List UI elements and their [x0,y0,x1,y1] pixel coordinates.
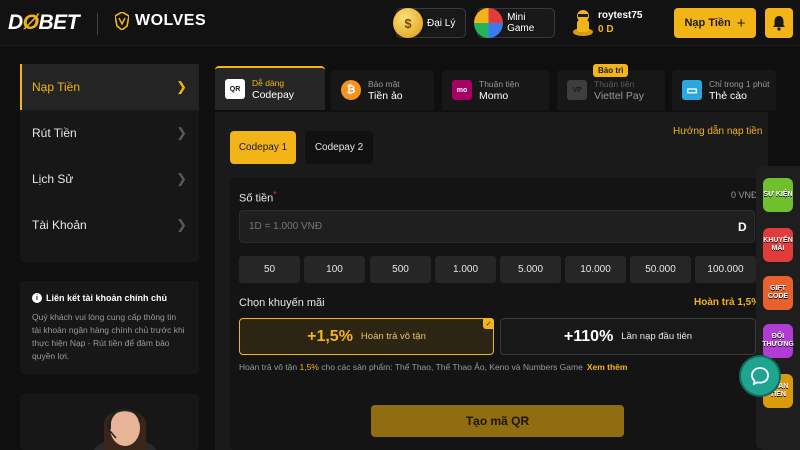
plus-icon: + [736,14,746,32]
promo-option-first-deposit[interactable]: +110% Lần nạp đầu tiên [500,318,756,355]
support-agent-illustration [94,408,156,450]
promo-note: Hoàn trả vô tận 1,5% cho các sản phẩm: T… [239,362,628,372]
logo-divider [97,13,98,35]
promotion-badge[interactable]: KHUYẾN MÃI [763,228,793,262]
sidebar-item-withdraw[interactable]: Rút Tiền ❯ [20,110,199,156]
avatar-icon [573,10,593,36]
currency-symbol: D [738,220,747,234]
user-info[interactable]: roytest75 0 D [572,8,642,36]
promo-rebate-label: Hoàn trả 1,5% [694,297,761,308]
info-title: Liên kết tài khoản chính chủ [46,293,168,303]
qr-code-icon: QR [225,79,245,99]
quick-amount-button[interactable]: 5.000 [500,256,561,283]
mini-game-button[interactable]: Mini Game [474,8,555,38]
tab-codepay-1[interactable]: Codepay 1 [230,131,296,164]
check-icon: ✓ [483,318,494,329]
amount-label: Số tiền* [239,190,277,205]
amount-input[interactable] [239,210,755,243]
chevron-right-icon: ❯ [176,171,187,186]
username: roytest75 [598,9,643,21]
deposit-guide-link[interactable]: Hướng dẫn nạp tiền [673,126,762,137]
quick-amount-button[interactable]: 10.000 [565,256,626,283]
top-header: DØBET WOLVES $ Đại Lý Mini Game roytest7… [0,0,800,46]
info-text: Quý khách vui lòng cung cấp thông tin tà… [32,312,185,361]
quick-amount-button[interactable]: 50 [239,256,300,283]
sidebar-item-history[interactable]: Lịch Sử ❯ [20,156,199,202]
event-badge[interactable]: SỰ KIỆN [763,178,793,212]
method-tab-crypto[interactable]: ₿ Bảo mật Tiền ảo [331,70,434,110]
support-agent-card[interactable] [20,394,199,450]
promo-option-rebate[interactable]: +1,5% Hoàn trả vô tận ✓ [239,318,494,355]
momo-icon: mo [452,80,472,100]
coin-icon: $ [393,8,423,38]
viettel-pay-icon: VP [567,80,587,100]
sidebar-item-account[interactable]: Tài Khoản ❯ [20,202,199,248]
mini-game-icon [474,8,504,38]
see-more-link[interactable]: Xem thêm [587,362,628,372]
wolves-crest-icon [115,12,129,30]
notification-button[interactable] [765,8,793,38]
agent-button[interactable]: $ Đại Lý [393,8,466,38]
bitcoin-icon: ₿ [341,80,361,100]
account-sidebar: Nạp Tiền ❯ Rút Tiền ❯ Lịch Sử ❯ Tài Khoả… [20,64,199,262]
quick-amount-button[interactable]: 1.000 [435,256,496,283]
chevron-right-icon: ❯ [176,79,187,94]
site-logo[interactable]: DØBET [8,11,80,35]
promo-label: Chọn khuyến mãi [239,297,325,309]
maintenance-badge: Bảo trì [593,64,629,77]
live-chat-button[interactable] [741,357,779,395]
chevron-right-icon: ❯ [176,217,187,232]
method-tab-codepay[interactable]: QR Dễ dàng Codepay [215,66,325,110]
bell-icon [773,16,785,31]
gift-code-badge[interactable]: GIFT CODE [763,276,793,310]
chat-icon [751,367,769,386]
quick-amount-button[interactable]: 500 [370,256,431,283]
create-qr-button[interactable]: Tạo mã QR [371,405,624,437]
quick-amount-button[interactable]: 100 [304,256,365,283]
reward-exchange-badge[interactable]: ĐỔI THƯỞNG [762,324,794,358]
card-icon: ▭ [682,80,702,100]
partner-logo: WOLVES [115,12,206,30]
partner-name: WOLVES [135,12,207,29]
deposit-header-button[interactable]: Nạp Tiền + [674,8,756,38]
info-icon: i [32,293,42,303]
amount-value-display: 0 VNĐ [731,190,758,200]
balance: 0 D [598,23,614,35]
method-tab-momo[interactable]: mo Thuận tiện Momo [442,70,549,110]
quick-amount-button[interactable]: 100.000 [695,256,756,283]
method-tab-scratch-card[interactable]: ▭ Chỉ trong 1 phút Thẻ cào [672,70,776,110]
chevron-right-icon: ❯ [176,125,187,140]
quick-amount-button[interactable]: 50.000 [630,256,691,283]
tab-codepay-2[interactable]: Codepay 2 [305,131,373,164]
account-link-info-card: i Liên kết tài khoản chính chủ Quý khách… [20,281,199,374]
sidebar-item-deposit[interactable]: Nạp Tiền ❯ [20,64,199,110]
